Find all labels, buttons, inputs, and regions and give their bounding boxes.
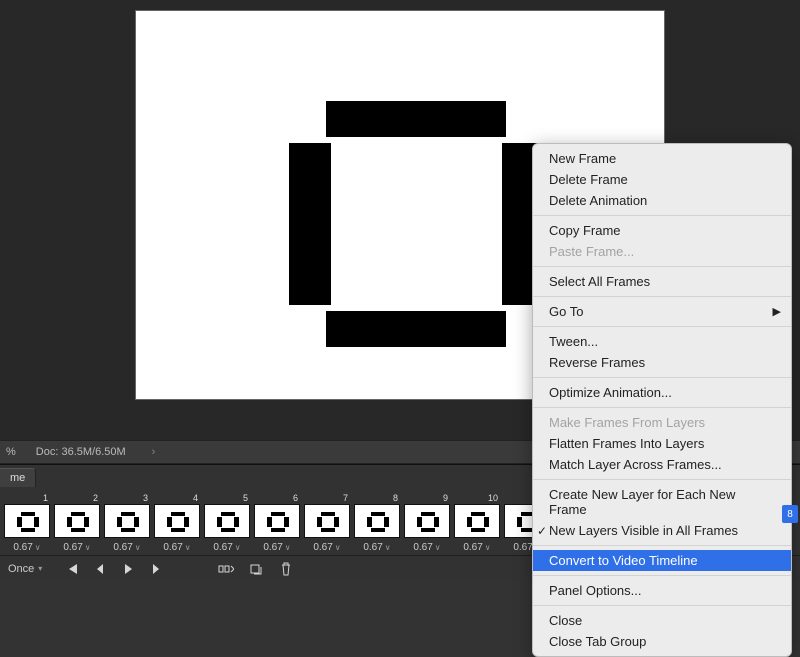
shape-segment-left [289, 143, 331, 305]
menu-match-layer[interactable]: Match Layer Across Frames... [533, 454, 791, 475]
status-caret-icon[interactable]: › [152, 446, 156, 458]
frame-duration[interactable]: 0.67∨ [213, 542, 240, 553]
frame-thumbnail[interactable]: 4 0.67∨ [154, 493, 200, 553]
duplicate-frame-button[interactable] [248, 561, 264, 577]
frame-thumbnail[interactable]: 2 0.67∨ [54, 493, 100, 553]
next-frame-button[interactable] [148, 561, 164, 577]
frame-thumbnail[interactable]: 1 0.67∨ [4, 493, 50, 553]
frame-number: 2 [54, 493, 100, 504]
frame-preview [404, 504, 450, 538]
menu-close[interactable]: Close [533, 610, 791, 631]
menu-tween[interactable]: Tween... [533, 331, 791, 352]
menu-flatten-frames[interactable]: Flatten Frames Into Layers [533, 433, 791, 454]
play-button[interactable] [120, 561, 136, 577]
shape-segment-top [326, 101, 506, 137]
menu-new-frame[interactable]: New Frame [533, 148, 791, 169]
frame-preview [4, 504, 50, 538]
frame-thumbnail[interactable]: 8 0.67∨ [354, 493, 400, 553]
frame-number: 8 [354, 493, 400, 504]
menu-panel-options[interactable]: Panel Options... [533, 580, 791, 601]
loop-mode-label: Once [8, 563, 34, 575]
frame-number: 10 [454, 493, 500, 504]
timeline-context-menu: New Frame Delete Frame Delete Animation … [532, 143, 792, 657]
zoom-percent[interactable]: % [6, 446, 30, 458]
frame-number: 3 [104, 493, 150, 504]
menu-delete-animation[interactable]: Delete Animation [533, 190, 791, 211]
delete-frame-button[interactable] [278, 561, 294, 577]
frame-number: 9 [404, 493, 450, 504]
frame-preview [354, 504, 400, 538]
frame-preview [254, 504, 300, 538]
menu-optimize-animation[interactable]: Optimize Animation... [533, 382, 791, 403]
submenu-arrow-icon: ▶ [773, 305, 781, 318]
frame-duration[interactable]: 0.67∨ [313, 542, 340, 553]
frame-thumbnail[interactable]: 10 0.67∨ [454, 493, 500, 553]
prev-frame-button[interactable] [92, 561, 108, 577]
chevron-down-icon: ∨ [185, 543, 191, 552]
frame-preview [304, 504, 350, 538]
selected-frame-badge: 8 [782, 505, 798, 523]
chevron-down-icon: ▾ [38, 564, 42, 573]
timeline-tab[interactable]: me [0, 468, 36, 487]
chevron-down-icon: ∨ [35, 543, 41, 552]
frame-duration[interactable]: 0.67∨ [13, 542, 40, 553]
frame-number: 1 [4, 493, 50, 504]
frame-thumbnail[interactable]: 5 0.67∨ [204, 493, 250, 553]
frame-thumbnail[interactable]: 6 0.67∨ [254, 493, 300, 553]
chevron-down-icon: ∨ [385, 543, 391, 552]
frame-duration[interactable]: 0.67∨ [263, 542, 290, 553]
shape-segment-bottom [326, 311, 506, 347]
chevron-down-icon: ∨ [235, 543, 241, 552]
chevron-down-icon: ∨ [135, 543, 141, 552]
frame-preview [104, 504, 150, 538]
frame-thumbnail[interactable]: 9 0.67∨ [404, 493, 450, 553]
frame-preview [454, 504, 500, 538]
frame-duration[interactable]: 0.67∨ [113, 542, 140, 553]
frame-number: 6 [254, 493, 300, 504]
menu-copy-frame[interactable]: Copy Frame [533, 220, 791, 241]
frame-duration[interactable]: 0.67∨ [163, 542, 190, 553]
menu-paste-frame: Paste Frame... [533, 241, 791, 262]
chevron-down-icon: ∨ [335, 543, 341, 552]
frame-duration[interactable]: 0.67∨ [413, 542, 440, 553]
frame-duration[interactable]: 0.67∨ [463, 542, 490, 553]
frame-duration[interactable]: 0.67∨ [63, 542, 90, 553]
loop-mode-select[interactable]: Once ▾ [8, 563, 42, 575]
frame-preview [54, 504, 100, 538]
menu-reverse-frames[interactable]: Reverse Frames [533, 352, 791, 373]
frame-thumbnail[interactable]: 3 0.67∨ [104, 493, 150, 553]
frame-number: 7 [304, 493, 350, 504]
chevron-down-icon: ∨ [485, 543, 491, 552]
frame-preview [204, 504, 250, 538]
menu-select-all-frames[interactable]: Select All Frames [533, 271, 791, 292]
menu-delete-frame[interactable]: Delete Frame [533, 169, 791, 190]
chevron-down-icon: ∨ [435, 543, 441, 552]
frame-number: 5 [204, 493, 250, 504]
frame-duration[interactable]: 0.67∨ [363, 542, 390, 553]
frame-preview [154, 504, 200, 538]
frame-thumbnail[interactable]: 7 0.67∨ [304, 493, 350, 553]
chevron-down-icon: ∨ [285, 543, 291, 552]
tween-button[interactable] [218, 561, 234, 577]
first-frame-button[interactable] [64, 561, 80, 577]
chevron-down-icon: ∨ [85, 543, 91, 552]
doc-size-label: Doc: 36.5M/6.50M [30, 446, 126, 458]
frame-number: 4 [154, 493, 200, 504]
menu-convert-to-video-timeline[interactable]: Convert to Video Timeline [533, 550, 791, 571]
menu-make-frames-from-layers: Make Frames From Layers [533, 412, 791, 433]
menu-go-to[interactable]: Go To▶ [533, 301, 791, 322]
menu-create-new-layer-each-frame[interactable]: Create New Layer for Each New Frame [533, 484, 791, 520]
menu-new-layers-visible-all-frames[interactable]: New Layers Visible in All Frames [533, 520, 791, 541]
menu-close-tab-group[interactable]: Close Tab Group [533, 631, 791, 652]
